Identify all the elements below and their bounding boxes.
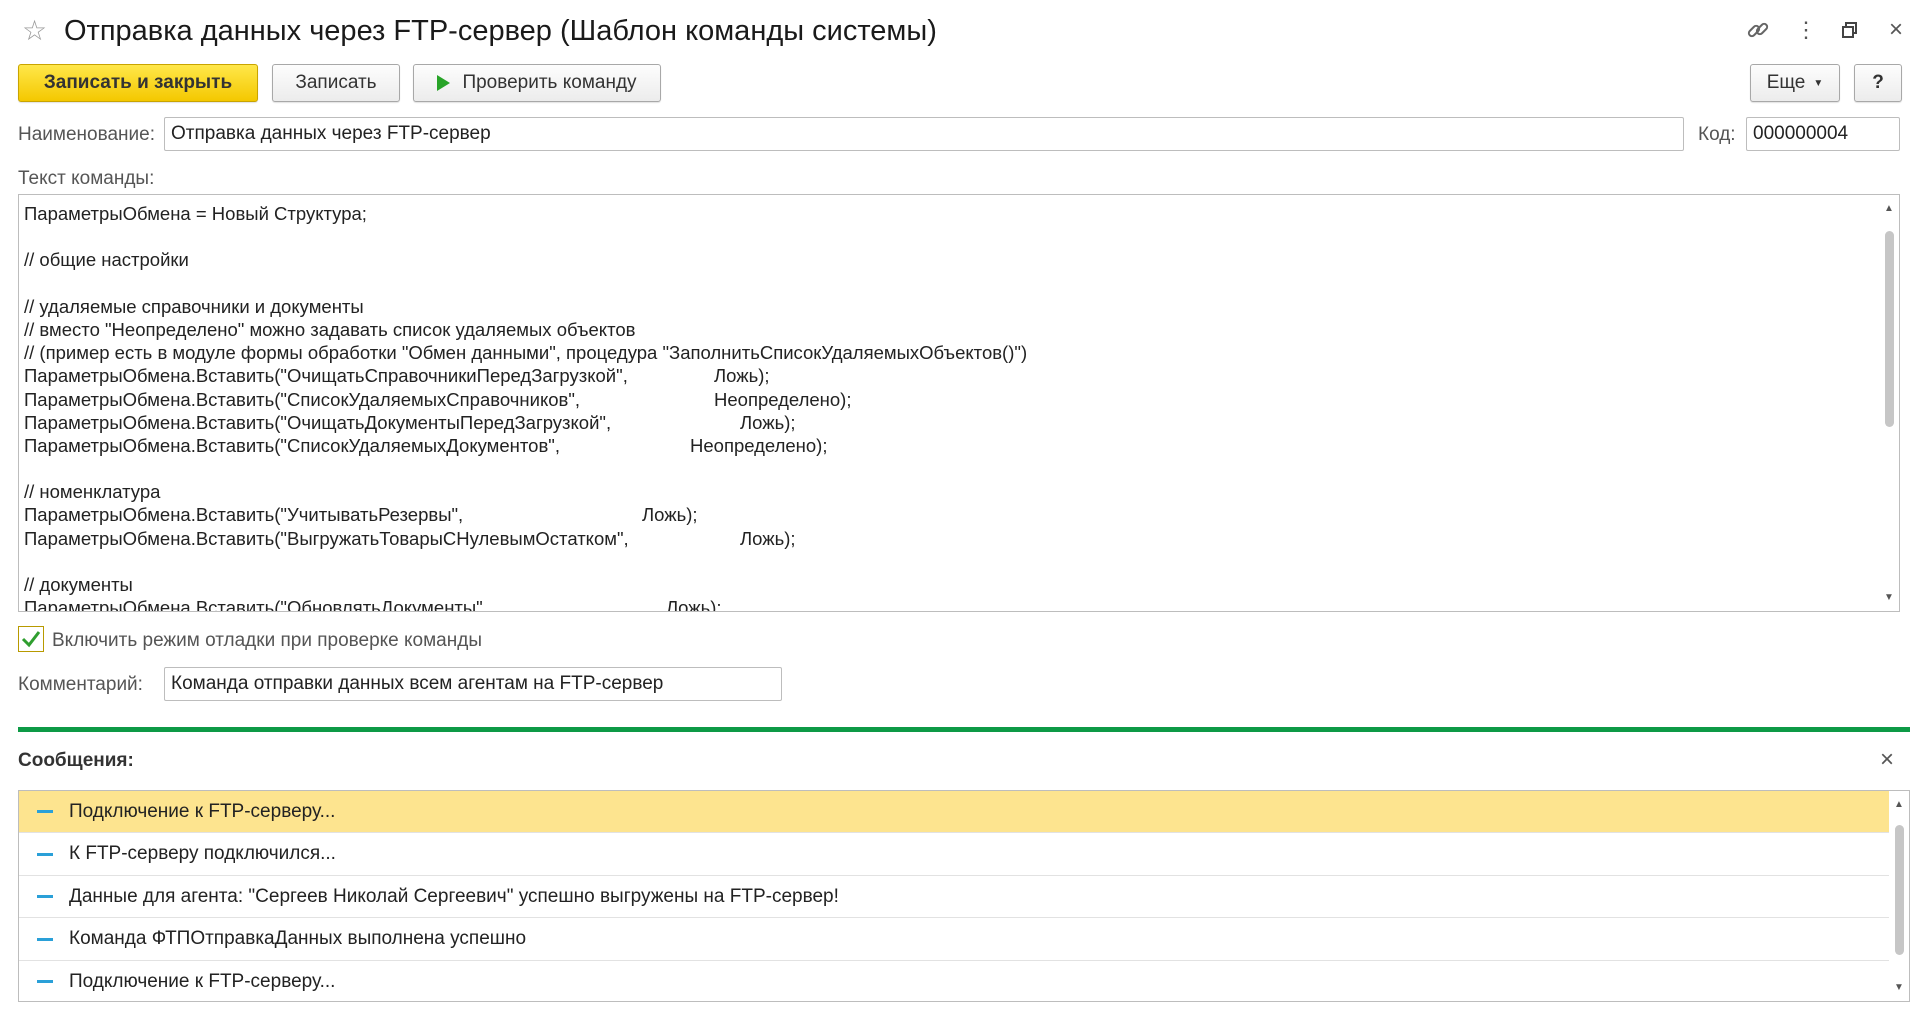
code-text: // документы (24, 574, 133, 595)
check-command-button[interactable]: Проверить команду (413, 64, 661, 102)
code-line: ПараметрыОбмена.Вставить("ОбновлятьДокум… (24, 596, 1875, 612)
message-row[interactable]: Подключение к FTP-серверу... (19, 791, 1889, 833)
code-value: Ложь); (714, 365, 770, 387)
code-text: ПараметрыОбмена.Вставить("ОчищатьСправоч… (24, 365, 628, 387)
code-text: ПараметрыОбмена.Вставить("СписокУдаляемы… (24, 434, 560, 456)
code-text: ПараметрыОбмена = Новый Структура; (24, 203, 367, 224)
code-line: ПараметрыОбмена.Вставить("ВыгружатьТовар… (24, 527, 1875, 550)
name-input[interactable]: Отправка данных через FTP-сервер (164, 117, 1684, 151)
code-line: ПараметрыОбмена.Вставить("ОчищатьСправоч… (24, 364, 1875, 387)
code-label: Код: (1698, 124, 1736, 145)
more-label: Еще (1766, 72, 1806, 93)
scroll-up-icon[interactable]: ▲ (1894, 799, 1904, 810)
code-value: Ложь); (740, 527, 796, 549)
restore-window-icon[interactable] (1834, 14, 1866, 46)
save-and-close-button[interactable]: Записать и закрыть (18, 64, 258, 102)
check-mark-icon (21, 631, 41, 648)
command-code-lines: ПараметрыОбмена = Новый Структура; // общ… (24, 202, 1875, 612)
code-text: ПараметрыОбмена.Вставить("ОчищатьДокумен… (24, 411, 612, 433)
scrollbar-thumb[interactable] (1895, 825, 1904, 955)
scroll-down-icon[interactable]: ▼ (1894, 982, 1904, 993)
message-marker-icon (37, 895, 53, 899)
message-row[interactable]: Команда ФТПОтправкаДанных выполнена успе… (19, 919, 1889, 961)
code-text: ПараметрыОбмена.Вставить("ОбновлятьДокум… (24, 597, 488, 612)
messages-list[interactable]: Подключение к FTP-серверу... К FTP-сервер… (18, 790, 1910, 1002)
message-marker-icon (37, 810, 53, 813)
code-value: Неопределено); (714, 388, 852, 410)
code-text: // (пример есть в модуле формы обработки… (24, 342, 1028, 364)
code-text: ПараметрыОбмена.Вставить("УчитыватьРезер… (24, 504, 464, 526)
debug-mode-label: Включить режим отладки при проверке кома… (52, 630, 482, 651)
code-text: // удаляемые справочники и документы (24, 295, 364, 317)
check-command-label: Проверить команду (462, 72, 637, 93)
message-marker-icon (37, 937, 53, 941)
message-marker-icon (37, 852, 53, 856)
message-row[interactable]: Подключение к FTP-серверу... (19, 961, 1889, 1001)
scroll-up-icon[interactable]: ▲ (1884, 203, 1894, 214)
scrollbar-thumb[interactable] (1885, 231, 1894, 427)
message-text: К FTP-серверу подключился... (69, 843, 336, 865)
code-text: // номенклатура (24, 481, 161, 503)
code-value: Ложь); (740, 411, 796, 433)
message-row[interactable]: К FTP-серверу подключился... (19, 834, 1889, 876)
code-line: ПараметрыОбмена.Вставить("ОчищатьДокумен… (24, 411, 1875, 434)
code-text: // вместо "Неопределено" можно задавать … (24, 318, 636, 340)
save-label: Записать (295, 72, 377, 93)
code-line: ПараметрыОбмена.Вставить("СписокУдаляемы… (24, 434, 1875, 457)
code-input[interactable]: 000000004 (1746, 117, 1900, 151)
help-button[interactable]: ? (1854, 64, 1902, 102)
message-text: Данные для агента: "Сергеев Николай Серг… (69, 885, 839, 907)
code-text: ПараметрыОбмена.Вставить("ВыгружатьТовар… (24, 527, 629, 549)
command-text-editor[interactable]: ПараметрыОбмена = Новый Структура; // общ… (18, 194, 1900, 612)
message-row[interactable]: Данные для агента: "Сергеев Николай Серг… (19, 876, 1889, 919)
code-value: Неопределено); (690, 434, 828, 456)
messages-divider (18, 727, 1910, 732)
code-line: ПараметрыОбмена.Вставить("СписокУдаляемы… (24, 388, 1875, 411)
code-text: ПараметрыОбмена.Вставить("СписокУдаляемы… (24, 388, 581, 410)
code-line: ПараметрыОбмена = Новый Структура; (24, 202, 1875, 225)
comment-input[interactable]: Команда отправки данных всем агентам на … (164, 667, 782, 701)
comment-label: Комментарий: (18, 674, 143, 695)
play-icon (437, 75, 451, 91)
messages-scrollbar[interactable]: ▲ ▼ (1889, 791, 1909, 1001)
scroll-down-icon[interactable]: ▼ (1884, 592, 1894, 603)
name-label: Наименование: (18, 124, 155, 145)
more-options-icon[interactable]: ⋮ (1790, 14, 1822, 46)
save-button[interactable]: Записать (272, 64, 400, 102)
code-text: // общие настройки (24, 249, 189, 271)
code-line: // документы (24, 573, 1875, 596)
message-text: Подключение к FTP-серверу... (69, 970, 336, 992)
chevron-down-icon: ▼ (1813, 77, 1824, 89)
save-and-close-label: Записать и закрыть (43, 72, 233, 93)
message-text: Команда ФТПОтправкаДанных выполнена успе… (69, 928, 527, 950)
link-icon[interactable] (1742, 14, 1774, 46)
more-button[interactable]: Еще ▼ (1750, 64, 1840, 102)
close-window-icon[interactable]: × (1880, 14, 1912, 46)
help-label: ? (1872, 72, 1884, 93)
message-text: Подключение к FTP-серверу... (69, 800, 336, 822)
close-messages-icon[interactable]: × (1880, 746, 1894, 774)
command-scrollbar[interactable]: ▲ ▼ (1879, 195, 1899, 611)
code-line: // общие настройки (24, 248, 1875, 271)
code-line: // (пример есть в модуле формы обработки… (24, 341, 1875, 364)
favorite-star-icon[interactable]: ☆ (22, 15, 47, 47)
code-line: ПараметрыОбмена.Вставить("УчитыватьРезер… (24, 503, 1875, 526)
debug-mode-checkbox[interactable] (18, 626, 44, 652)
code-line: // номенклатура (24, 480, 1875, 503)
code-line: // удаляемые справочники и документы (24, 295, 1875, 318)
messages-title: Сообщения: (18, 750, 134, 771)
message-marker-icon (37, 980, 53, 984)
code-line: // вместо "Неопределено" можно задавать … (24, 318, 1875, 341)
code-value: Ложь); (666, 597, 722, 612)
command-text-label: Текст команды: (18, 168, 155, 189)
window-title: Отправка данных через FTP-сервер (Шаблон… (64, 15, 937, 47)
code-value: Ложь); (642, 504, 698, 526)
